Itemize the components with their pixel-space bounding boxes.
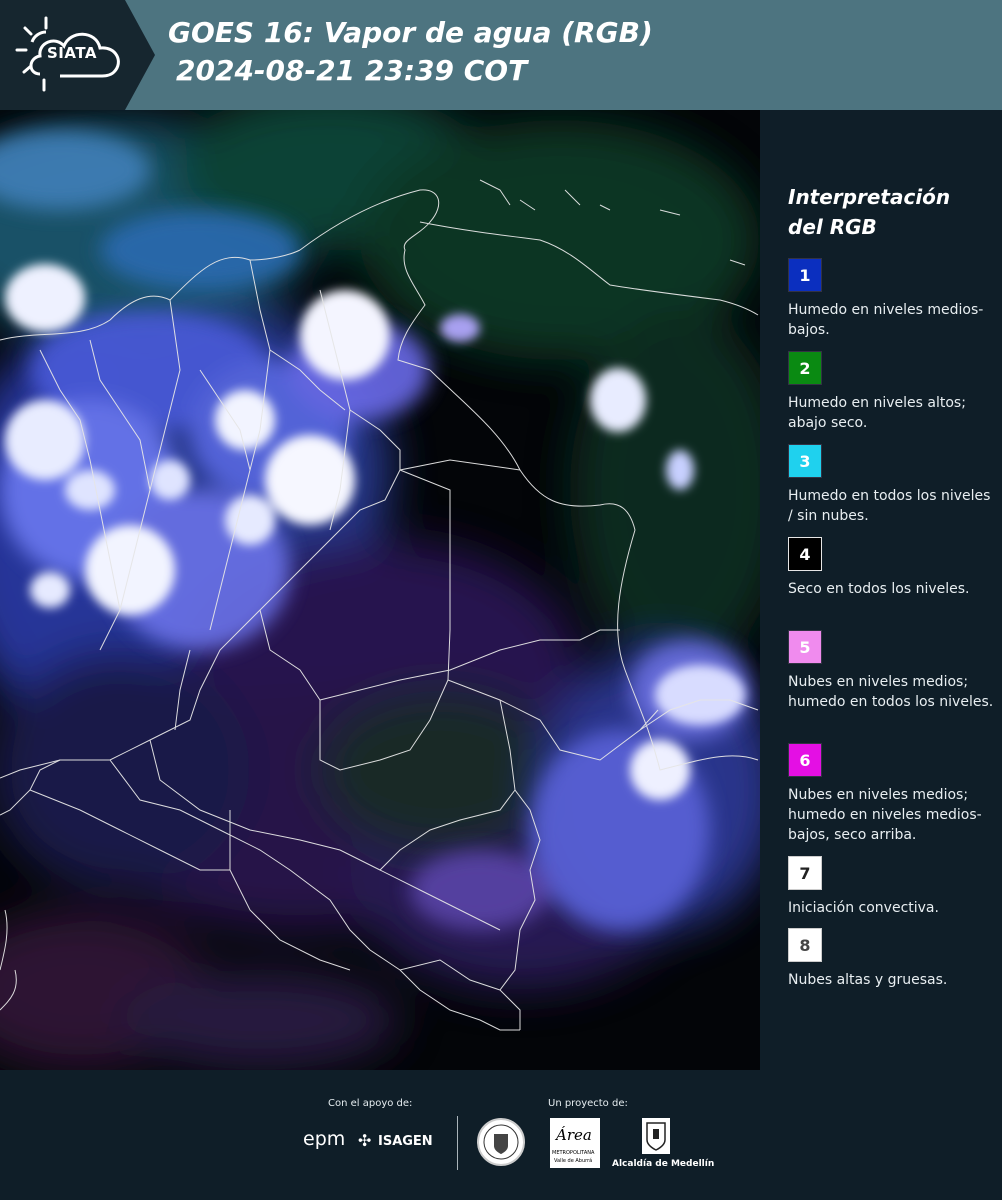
title-datetime: 2024-08-21 23:39 COT <box>176 54 528 87</box>
legend-number-1: 1 <box>799 265 811 285</box>
alcaldia-text: Alcaldía de Medellín <box>612 1159 715 1169</box>
legend-number-7: 7 <box>799 863 811 883</box>
page-title: GOES 16: Vapor de agua (RGB) 2024-08-21 … <box>168 14 653 90</box>
legend-description-5: Nubes en niveles medios; humedo en todos… <box>788 674 994 710</box>
legend-description-1: Humedo en niveles medios-bajos. <box>788 302 984 338</box>
project-label: Un proyecto de: <box>548 1098 628 1109</box>
legend-description-7: Iniciación convectiva. <box>788 900 939 916</box>
legend-swatch-2: 2 <box>788 351 822 385</box>
logo-text: SIATA <box>47 44 98 62</box>
support-label: Con el apoyo de: <box>328 1098 413 1109</box>
siata-logo: SIATA <box>0 0 160 110</box>
legend-description-2: Humedo en niveles altos; abajo seco. <box>788 395 966 431</box>
satellite-image <box>0 110 760 1070</box>
isagen-mark-icon: ✣ <box>358 1131 372 1150</box>
legend-item-2: 2 Humedo en niveles altos; abajo seco. <box>788 351 998 433</box>
legend-description-8: Nubes altas y gruesas. <box>788 972 948 988</box>
satellite-map-canvas <box>0 110 760 1070</box>
legend-item-7: 7 Iniciación convectiva. <box>788 856 998 918</box>
legend-description-3: Humedo en todos los niveles / sin nubes. <box>788 488 991 524</box>
legend-description-6: Nubes en niveles medios; humedo en nivel… <box>788 787 982 843</box>
legend-swatch-3: 3 <box>788 444 822 478</box>
legend-title: Interpretación del RGB <box>788 185 951 239</box>
epm-logo-text: epm <box>303 1128 346 1150</box>
medellin-seal-icon <box>477 1118 525 1166</box>
legend-number-6: 6 <box>799 750 811 770</box>
legend-item-3: 3 Humedo en todos los niveles / sin nube… <box>788 444 998 526</box>
footer-divider <box>457 1116 458 1170</box>
legend-swatch-1: 1 <box>788 258 822 292</box>
legend-item-4: 4 Seco en todos los niveles. <box>788 537 998 599</box>
alcaldia-shield-icon <box>642 1118 670 1154</box>
header: SIATA GOES 16: Vapor de agua (RGB) 2024-… <box>0 0 1002 110</box>
legend-number-3: 3 <box>799 451 811 471</box>
legend-swatch-7: 7 <box>788 856 822 890</box>
legend-item-6: 6 Nubes en niveles medios; humedo en niv… <box>788 743 998 845</box>
area-logo-subtext: METROPOLITANA <box>552 1150 595 1156</box>
legend-swatch-5: 5 <box>788 630 822 664</box>
legend-number-2: 2 <box>799 358 811 378</box>
area-metropolitana-logo: Área METROPOLITANA Valle de Aburrá <box>550 1118 600 1168</box>
legend-swatch-6: 6 <box>788 743 822 777</box>
area-logo-subtext-2: Valle de Aburrá <box>554 1158 593 1164</box>
legend-swatch-8: 8 <box>788 928 822 962</box>
title-product: GOES 16: Vapor de agua (RGB) <box>168 16 653 49</box>
legend-number-4: 4 <box>799 544 811 564</box>
footer: Con el apoyo de: Un proyecto de: epm ✣ I… <box>0 1070 1002 1200</box>
legend-swatch-4: 4 <box>788 537 822 571</box>
isagen-logo-text: ISAGEN <box>378 1134 433 1149</box>
legend-item-8: 8 Nubes altas y gruesas. <box>788 928 998 990</box>
legend-description-4: Seco en todos los niveles. <box>788 581 970 597</box>
legend-item-5: 5 Nubes en niveles medios; humedo en tod… <box>788 630 998 712</box>
legend-number-5: 5 <box>799 637 811 657</box>
legend-panel: Interpretación del RGB 1 Humedo en nivel… <box>760 110 1002 1070</box>
legend-number-8: 8 <box>799 935 811 955</box>
area-logo-text: Área <box>556 1126 592 1144</box>
legend-item-1: 1 Humedo en niveles medios-bajos. <box>788 258 998 340</box>
